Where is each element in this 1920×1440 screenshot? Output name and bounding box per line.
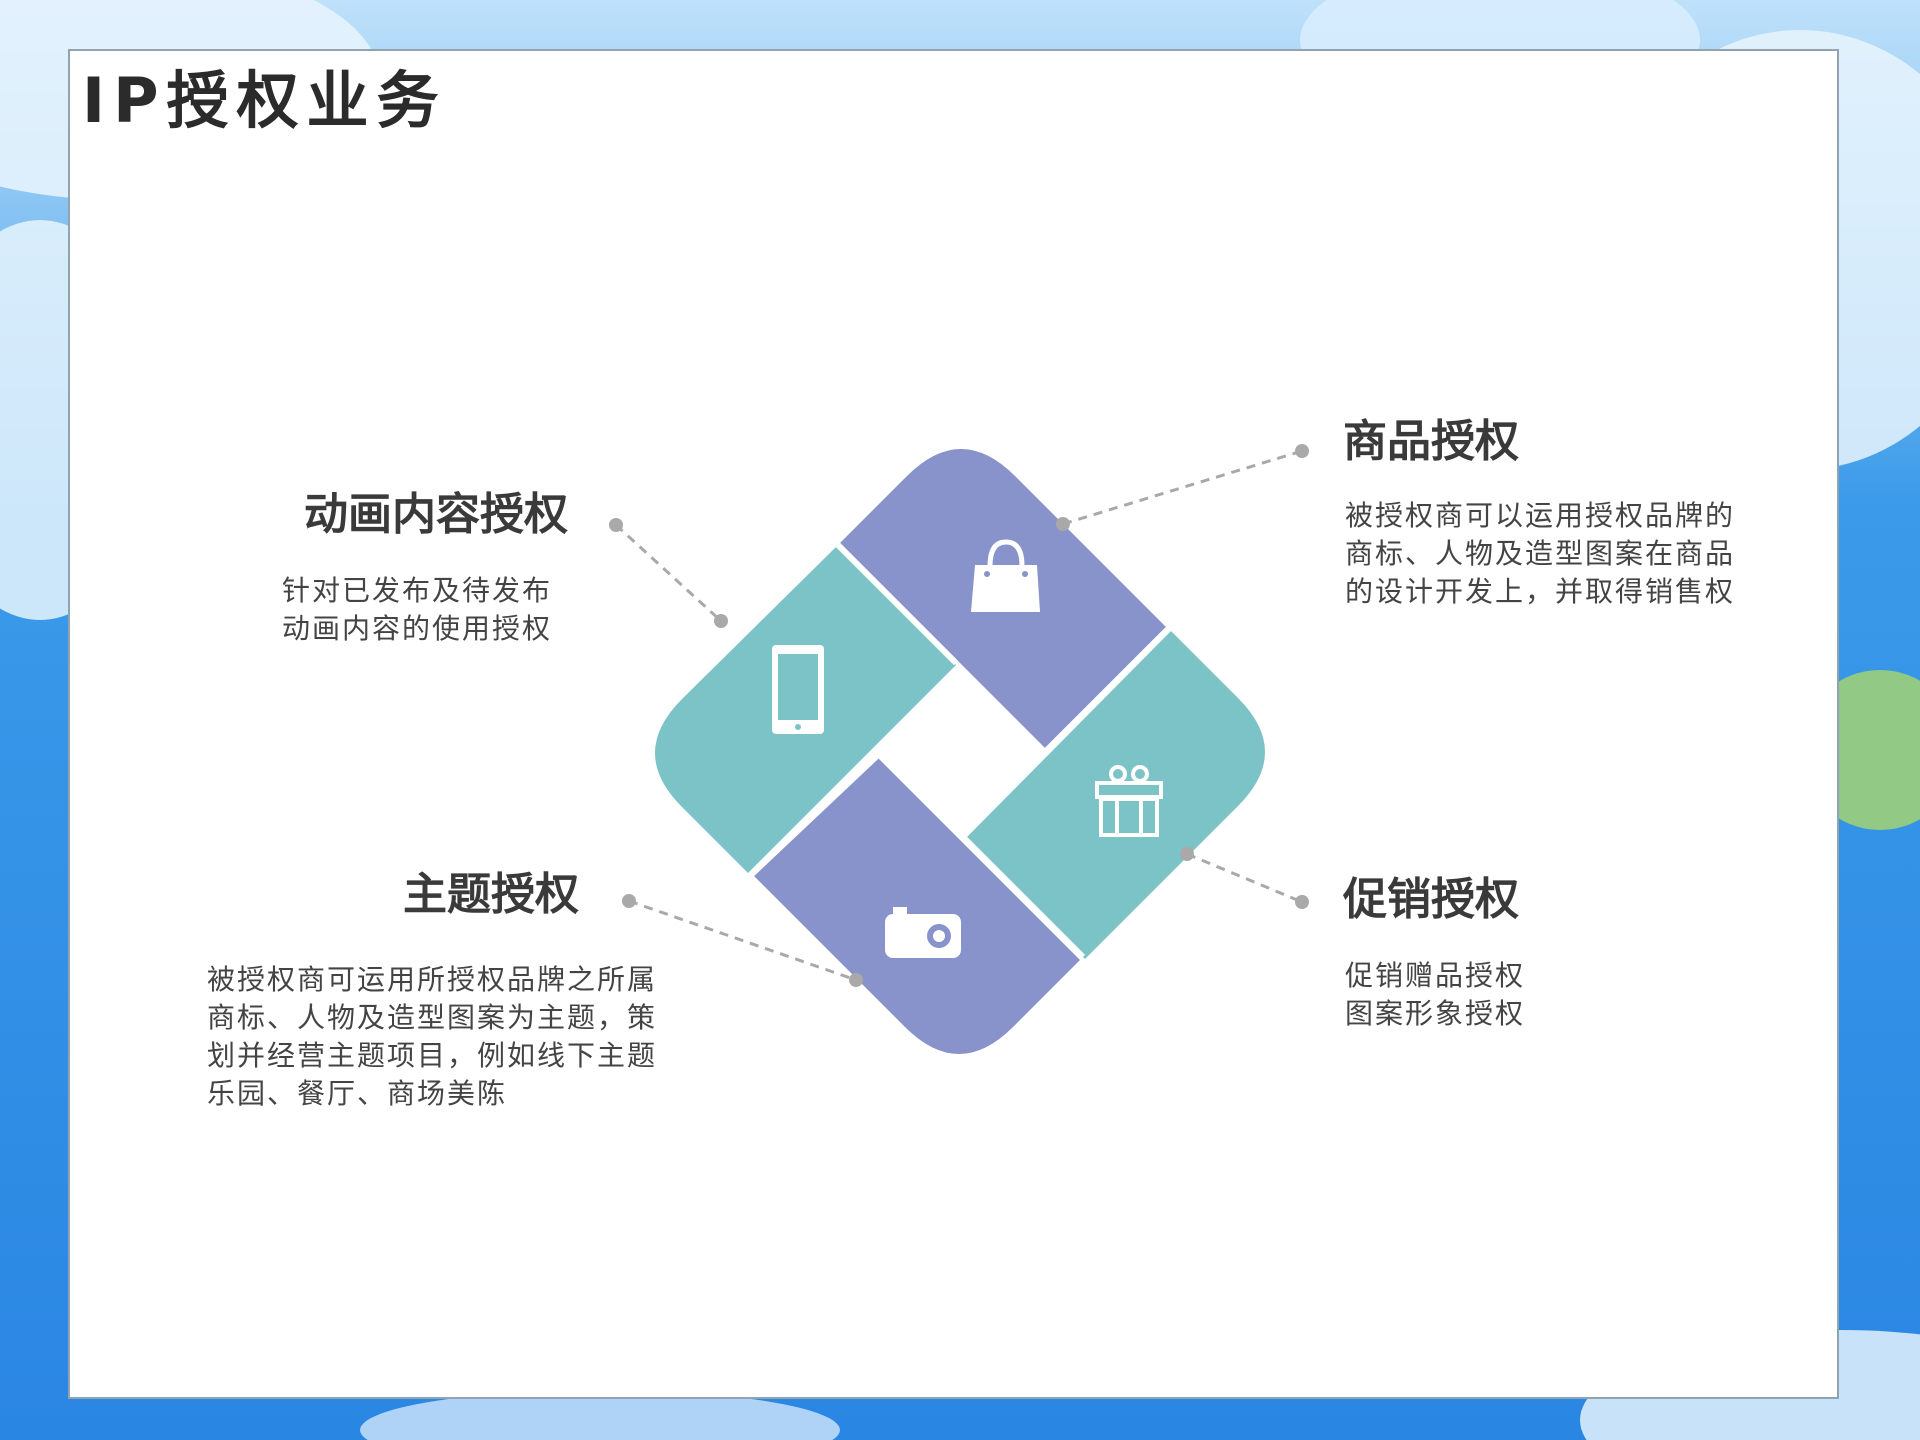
desc-promotion: 促销赠品授权 图案形象授权 [1345, 957, 1605, 1033]
desc-animation-line: 动画内容的使用授权 [281, 612, 552, 645]
heading-promotion: 促销授权 [1343, 874, 1519, 925]
desc-theme-line: 商标、人物及造型图案为主题，策 [207, 1001, 658, 1034]
connector-promotion [1180, 847, 1309, 909]
phone-icon [772, 645, 824, 734]
desc-promotion-line: 图案形象授权 [1345, 997, 1526, 1030]
heading-animation: 动画内容授权 [304, 489, 568, 540]
desc-theme-line: 被授权商可运用所授权品牌之所属 [207, 963, 658, 996]
connector-animation [609, 518, 728, 628]
desc-animation: 针对已发布及待发布 动画内容的使用授权 [260, 572, 552, 648]
diagram-graphic [609, 444, 1309, 1054]
desc-theme-line: 划并经营主题项目，例如线下主题 [207, 1039, 658, 1072]
heading-theme: 主题授权 [403, 869, 579, 920]
desc-animation-line: 针对已发布及待发布 [281, 574, 552, 607]
desc-theme: 被授权商可运用所授权品牌之所属 商标、人物及造型图案为主题，策 划并经营主题项目… [207, 961, 677, 1113]
desc-product: 被授权商可以运用授权品牌的 商标、人物及造型图案在商品 的设计开发上，并取得销售… [1345, 497, 1765, 611]
desc-theme-line: 乐园、餐厅、商场美陈 [207, 1077, 508, 1110]
desc-product-line: 被授权商可以运用授权品牌的 [1345, 499, 1736, 532]
desc-product-line: 的设计开发上，并取得销售权 [1345, 575, 1736, 608]
camera-icon [885, 907, 961, 958]
desc-promotion-line: 促销赠品授权 [1345, 959, 1526, 992]
heading-product: 商品授权 [1343, 416, 1519, 467]
desc-product-line: 商标、人物及造型图案在商品 [1345, 537, 1736, 570]
connector-product [1056, 444, 1309, 531]
